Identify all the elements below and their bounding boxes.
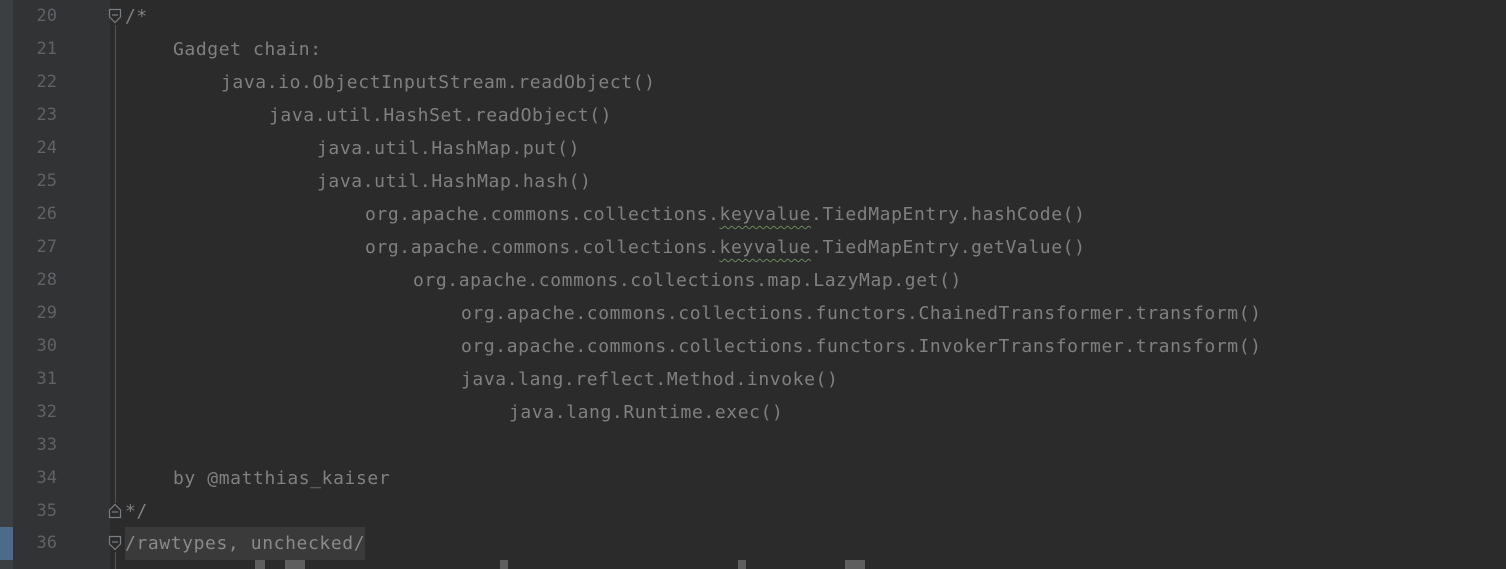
code-line: 30 org.apache.commons.collections.functo… xyxy=(0,330,1506,363)
code-line: 34 by @matthias_kaiser xyxy=(0,462,1506,495)
code-segment: org.apache.commons.collections. xyxy=(365,204,720,225)
line-number: 22 xyxy=(36,72,57,92)
line-number: 36 xyxy=(36,533,57,553)
code-text: org.apache.commons.collections.keyvalue.… xyxy=(365,198,1086,231)
fold-open-icon[interactable] xyxy=(108,8,122,24)
fold-open-icon[interactable] xyxy=(108,535,122,551)
code-text: org.apache.commons.collections.keyvalue.… xyxy=(365,231,1086,264)
typo-highlight[interactable]: keyvalue xyxy=(720,237,812,258)
code-line: 22 java.io.ObjectInputStream.readObject(… xyxy=(0,66,1506,99)
code-line: 20 /* xyxy=(0,0,1506,33)
code-segment: .TiedMapEntry.hashCode() xyxy=(811,204,1086,225)
code-line: 27 org.apache.commons.collections.keyval… xyxy=(0,231,1506,264)
typo-highlight[interactable]: keyvalue xyxy=(720,204,812,225)
line-number: 33 xyxy=(36,435,57,455)
code-text: */ xyxy=(125,501,148,522)
annotation-text: /rawtypes, unchecked/ xyxy=(125,527,366,560)
code-line: 21 Gadget chain: xyxy=(0,33,1506,66)
code-line: 29 org.apache.commons.collections.functo… xyxy=(0,297,1506,330)
line-number: 34 xyxy=(36,468,57,488)
code-text: org.apache.commons.collections.map.LazyM… xyxy=(413,270,962,291)
code-line: 31 java.lang.reflect.Method.invoke() xyxy=(0,363,1506,396)
code-text: org.apache.commons.collections.functors.… xyxy=(461,303,1262,324)
partial-code-glyph xyxy=(255,560,265,569)
line-number: 20 xyxy=(36,6,57,26)
code-line: 24 java.util.HashMap.put() xyxy=(0,132,1506,165)
line-number: 27 xyxy=(36,237,57,257)
code-text: java.util.HashSet.readObject() xyxy=(269,105,613,126)
line-number: 23 xyxy=(36,105,57,125)
code-line: 32 java.lang.Runtime.exec() xyxy=(0,396,1506,429)
partial-code-glyph xyxy=(845,560,865,569)
line-number: 28 xyxy=(36,270,57,290)
code-text: java.lang.Runtime.exec() xyxy=(509,402,784,423)
line-number: 35 xyxy=(36,501,57,521)
code-text: java.lang.reflect.Method.invoke() xyxy=(461,369,839,390)
code-line: 25 java.util.HashMap.hash() xyxy=(0,165,1506,198)
code-editor[interactable]: 20 /* 21 Gadget chain: 22 java.io.Object… xyxy=(0,0,1506,569)
code-segment: .TiedMapEntry.getValue() xyxy=(811,237,1086,258)
line-number: 31 xyxy=(36,369,57,389)
code-text: java.util.HashMap.put() xyxy=(317,138,581,159)
code-text: org.apache.commons.collections.functors.… xyxy=(461,336,1262,357)
code-text: Gadget chain: xyxy=(173,39,322,60)
code-segment: org.apache.commons.collections. xyxy=(365,237,720,258)
line-number: 32 xyxy=(36,402,57,422)
line-number: 24 xyxy=(36,138,57,158)
partial-code-glyph xyxy=(738,560,746,569)
code-line: 28 org.apache.commons.collections.map.La… xyxy=(0,264,1506,297)
code-text: java.util.HashMap.hash() xyxy=(317,171,592,192)
line-number: 26 xyxy=(36,204,57,224)
code-text: /* xyxy=(125,6,148,27)
line-number: 29 xyxy=(36,303,57,323)
line-number: 21 xyxy=(36,39,57,59)
code-line: 36 /rawtypes, unchecked/ xyxy=(0,527,1506,560)
code-text: by @matthias_kaiser xyxy=(173,468,391,489)
fold-close-icon[interactable] xyxy=(108,503,122,519)
partial-code-glyph xyxy=(500,560,508,569)
code-line: 35 */ xyxy=(0,495,1506,528)
line-number: 30 xyxy=(36,336,57,356)
code-line: 23 java.util.HashSet.readObject() xyxy=(0,99,1506,132)
line-number: 25 xyxy=(36,171,57,191)
code-line: 33 xyxy=(0,429,1506,462)
code-text: java.io.ObjectInputStream.readObject() xyxy=(221,72,656,93)
partial-code-glyph xyxy=(285,560,305,569)
code-line: 26 org.apache.commons.collections.keyval… xyxy=(0,198,1506,231)
